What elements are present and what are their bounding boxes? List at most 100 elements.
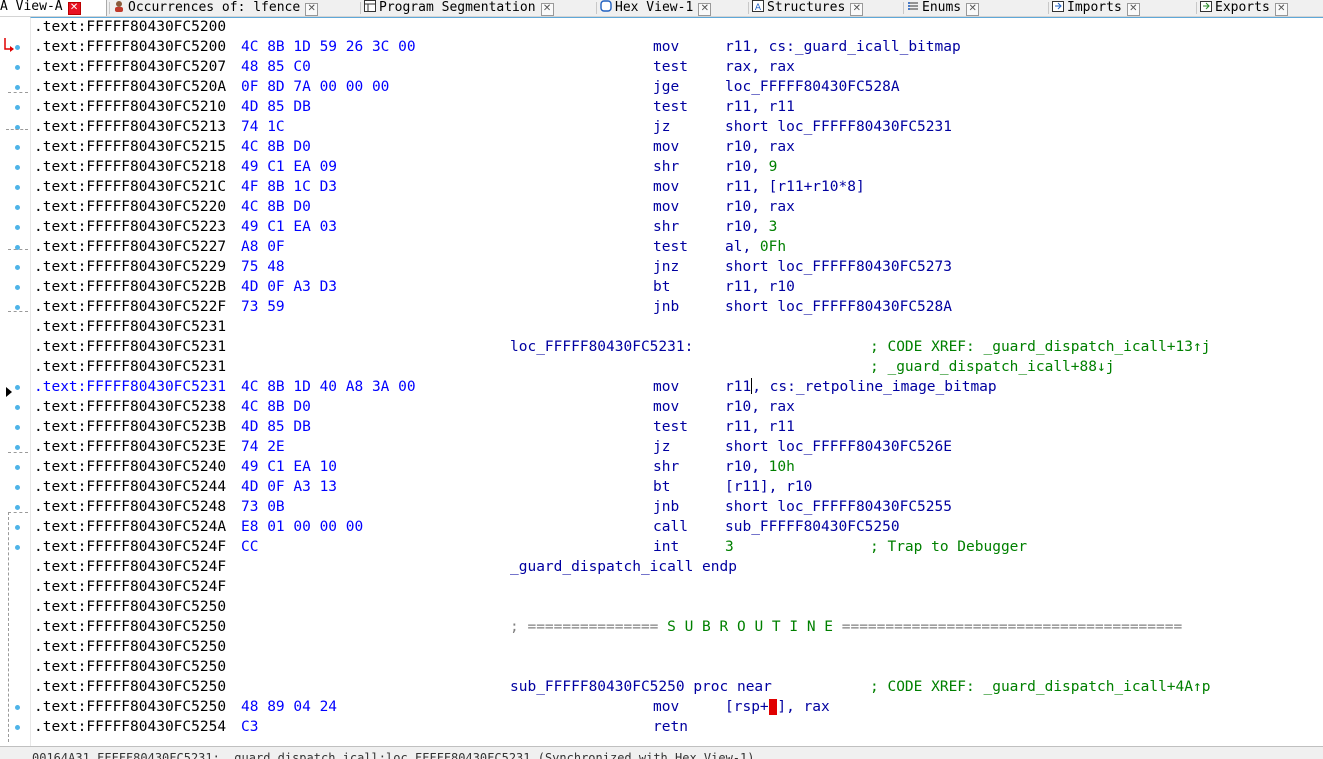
- disassembly-listing[interactable]: .text:FFFFF80430FC5200 .text:FFFFF80430FC…: [30, 17, 1323, 746]
- listing-row[interactable]: .text:FFFFF80430FC5200: [34, 17, 1314, 37]
- close-tab-icon[interactable]: ✕: [1274, 3, 1288, 16]
- operands[interactable]: r11, r11: [725, 417, 795, 437]
- operands[interactable]: [r11], r10: [725, 477, 812, 497]
- close-tab-icon[interactable]: ✕: [966, 3, 980, 16]
- breakpoint-dot[interactable]: [15, 525, 20, 530]
- breakpoint-dot[interactable]: [15, 545, 20, 550]
- close-tab-icon[interactable]: ✕: [1126, 3, 1140, 16]
- operands[interactable]: r11, cs:_retpoline_image_bitmap: [725, 377, 997, 397]
- breakpoint-dot[interactable]: [15, 285, 20, 290]
- operands[interactable]: r11, [r11+r10*8]: [725, 177, 865, 197]
- listing-row[interactable]: .text:FFFFF80430FC5231: [34, 317, 1314, 337]
- breakpoint-dot[interactable]: [15, 425, 20, 430]
- listing-row[interactable]: .text:FFFFF80430FC523B 4D 85 DB test r11, r…: [34, 417, 1314, 437]
- listing-row[interactable]: .text:FFFFF80430FC5213 74 1C jz short loc_F…: [34, 117, 1314, 137]
- breakpoint-dot[interactable]: [15, 465, 20, 470]
- operands[interactable]: loc_FFFFF80430FC528A: [725, 77, 900, 97]
- operands[interactable]: r11, r11: [725, 97, 795, 117]
- listing-row[interactable]: .text:FFFFF80430FC5250 48 89 04 24 mov [rsp…: [34, 697, 1314, 717]
- listing-row[interactable]: .text:FFFFF80430FC5210 4D 85 DB test r11, r…: [34, 97, 1314, 117]
- breakpoint-dot[interactable]: [15, 705, 20, 710]
- breakpoint-dot[interactable]: [15, 45, 20, 50]
- operands[interactable]: 3: [725, 537, 734, 557]
- close-tab-icon[interactable]: ✕: [698, 3, 712, 16]
- breakpoint-dot[interactable]: [15, 65, 20, 70]
- listing-row[interactable]: .text:FFFFF80430FC5231 4C 8B 1D 40 A8 3A …: [34, 377, 1314, 397]
- listing-row[interactable]: .text:FFFFF80430FC521C 4F 8B 1C D3 mov r11,…: [34, 177, 1314, 197]
- tab-imports[interactable]: Imports ✕: [1052, 0, 1182, 16]
- operands[interactable]: r11, cs:_guard_icall_bitmap: [725, 37, 961, 57]
- listing-row[interactable]: .text:FFFFF80430FC5244 4D 0F A3 13 bt [r11]…: [34, 477, 1314, 497]
- operands[interactable]: r10, 3: [725, 217, 777, 237]
- operands[interactable]: r10, rax: [725, 397, 795, 417]
- operands[interactable]: r10, 10h: [725, 457, 795, 477]
- listing-row[interactable]: .text:FFFFF80430FC5223 49 C1 EA 03 shr r10,…: [34, 217, 1314, 237]
- operands[interactable]: r11, r10: [725, 277, 795, 297]
- tab-a-view-a[interactable]: A View-A ✕: [0, 0, 107, 16]
- listing-row[interactable]: .text:FFFFF80430FC522B 4D 0F A3 D3 bt r11, …: [34, 277, 1314, 297]
- close-tab-icon[interactable]: ✕: [67, 2, 81, 15]
- breakpoint-dot[interactable]: [15, 405, 20, 410]
- breakpoint-dot[interactable]: [15, 165, 20, 170]
- listing-row[interactable]: .text:FFFFF80430FC522F 73 59 jnb short loc_…: [34, 297, 1314, 317]
- breakpoint-dot[interactable]: [15, 145, 20, 150]
- tab-occurrences-of-lfence[interactable]: Occurrences of: lfence ✕: [113, 0, 349, 16]
- breakpoint-dot[interactable]: [15, 185, 20, 190]
- listing-row[interactable]: .text:FFFFF80430FC5248 73 0B jnb short loc_…: [34, 497, 1314, 517]
- listing-row[interactable]: .text:FFFFF80430FC5250: [34, 597, 1314, 617]
- operands[interactable]: short loc_FFFFF80430FC528A: [725, 297, 952, 317]
- listing-row[interactable]: .text:FFFFF80430FC5250: [34, 657, 1314, 677]
- tab-hex-view-1[interactable]: Hex View-1 ✕: [600, 0, 740, 16]
- listing-row[interactable]: .text:FFFFF80430FC524F _guard_dispatch_ic…: [34, 557, 1314, 577]
- operands[interactable]: rax, rax: [725, 57, 795, 77]
- operands[interactable]: short loc_FFFFF80430FC5255: [725, 497, 952, 517]
- listing-row[interactable]: .text:FFFFF80430FC5227 A8 0F test al, 0Fh: [34, 237, 1314, 257]
- close-tab-icon[interactable]: ✕: [305, 3, 319, 16]
- breakpoint-dot[interactable]: [15, 265, 20, 270]
- listing-row[interactable]: .text:FFFFF80430FC5215 4C 8B D0 mov r10, ra…: [34, 137, 1314, 157]
- operands[interactable]: r10, rax: [725, 197, 795, 217]
- listing-row[interactable]: .text:FFFFF80430FC5254 C3 retn: [34, 717, 1314, 737]
- operands[interactable]: short loc_FFFFF80430FC526E: [725, 437, 952, 457]
- tab-enums[interactable]: Enums ✕: [907, 0, 1032, 16]
- operands[interactable]: short loc_FFFFF80430FC5273: [725, 257, 952, 277]
- operands[interactable]: sub_FFFFF80430FC5250: [725, 517, 900, 537]
- listing-row[interactable]: .text:FFFFF80430FC5229 75 48 jnz short loc_…: [34, 257, 1314, 277]
- breakpoint-dot[interactable]: [15, 725, 20, 730]
- tab-program-segmentation[interactable]: Program Segmentation ✕: [364, 0, 582, 16]
- listing-row[interactable]: .text:FFFFF80430FC5200 4C 8B 1D 59 26 3C …: [34, 37, 1314, 57]
- listing-row[interactable]: .text:FFFFF80430FC5238 4C 8B D0 mov r10, ra…: [34, 397, 1314, 417]
- operands[interactable]: [rsp+0], rax: [725, 697, 830, 717]
- listing-row[interactable]: .text:FFFFF80430FC520A 0F 8D 7A 00 00 00 j…: [34, 77, 1314, 97]
- operands[interactable]: short loc_FFFFF80430FC5231: [725, 117, 952, 137]
- listing-row[interactable]: .text:FFFFF80430FC5240 49 C1 EA 10 shr r10,…: [34, 457, 1314, 477]
- listing-row[interactable]: .text:FFFFF80430FC524F CC int 3 ; Trap to De…: [34, 537, 1314, 557]
- breakpoint-dot[interactable]: [15, 225, 20, 230]
- breakpoint-dot[interactable]: [15, 105, 20, 110]
- listing-row[interactable]: .text:FFFFF80430FC5250 sub_FFFFF80430FC52…: [34, 677, 1314, 697]
- breakpoint-dot[interactable]: [15, 385, 20, 390]
- breakpoint-dot[interactable]: [15, 445, 20, 450]
- listing-row[interactable]: .text:FFFFF80430FC5218 49 C1 EA 09 shr r10,…: [34, 157, 1314, 177]
- breakpoint-dot[interactable]: [15, 305, 20, 310]
- listing-row[interactable]: .text:FFFFF80430FC5231 ; _guard_dispatch_…: [34, 357, 1314, 377]
- close-tab-icon[interactable]: ✕: [850, 3, 864, 16]
- tab-exports[interactable]: Exports ✕: [1200, 0, 1323, 16]
- listing-row[interactable]: .text:FFFFF80430FC5250 ; =============== …: [34, 617, 1314, 637]
- tab-structures[interactable]: A Structures ✕: [752, 0, 894, 16]
- close-tab-icon[interactable]: ✕: [540, 3, 554, 16]
- breakpoint-dot[interactable]: [15, 85, 20, 90]
- listing-row[interactable]: .text:FFFFF80430FC5220 4C 8B D0 mov r10, ra…: [34, 197, 1314, 217]
- operands[interactable]: al, 0Fh: [725, 237, 786, 257]
- breakpoint-dot[interactable]: [15, 205, 20, 210]
- breakpoint-dot[interactable]: [15, 485, 20, 490]
- listing-row[interactable]: .text:FFFFF80430FC524A E8 01 00 00 00 call…: [34, 517, 1314, 537]
- operands[interactable]: r10, 9: [725, 157, 777, 177]
- operands[interactable]: r10, rax: [725, 137, 795, 157]
- listing-row[interactable]: .text:FFFFF80430FC523E 74 2E jz short loc_F…: [34, 437, 1314, 457]
- breakpoint-dot[interactable]: [15, 505, 20, 510]
- listing-row[interactable]: .text:FFFFF80430FC5250: [34, 637, 1314, 657]
- listing-row[interactable]: .text:FFFFF80430FC5231 loc_FFFFF80430FC52…: [34, 337, 1314, 357]
- listing-row[interactable]: .text:FFFFF80430FC5207 48 85 C0 test rax, r…: [34, 57, 1314, 77]
- listing-row[interactable]: .text:FFFFF80430FC524F: [34, 577, 1314, 597]
